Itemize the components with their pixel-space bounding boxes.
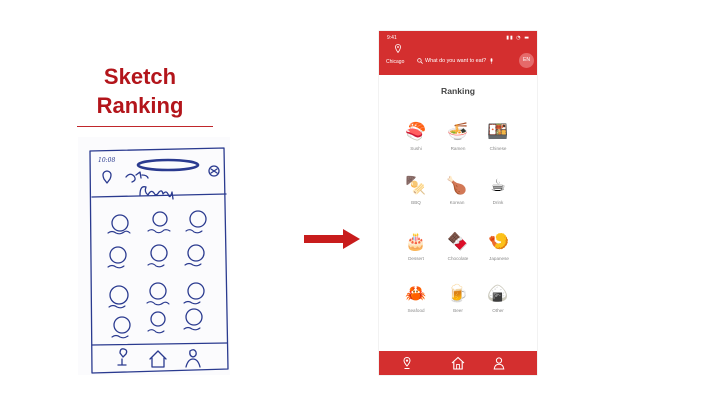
category-label: Chinese [489, 146, 507, 151]
shrimp-tempura-icon: 🍤 [488, 232, 510, 252]
ramen-icon: 🍜 [447, 122, 469, 142]
category-beer[interactable]: 🍺 Beer [438, 283, 478, 313]
user-icon [493, 357, 505, 370]
arrow-shaft [304, 235, 347, 243]
category-sushi[interactable]: 🍣 Sushi [396, 121, 436, 151]
beer-icon: 🍺 [447, 284, 469, 304]
category-label: Japanese [489, 256, 509, 261]
skewer-icon: 🍢 [405, 176, 427, 196]
sketch-search-bar [136, 158, 200, 172]
location-tab[interactable] [399, 355, 415, 371]
rice-ball-icon: 🍙 [487, 284, 509, 304]
sketch-photo: 10:08 [78, 137, 230, 375]
category-bbq[interactable]: 🍢 BBQ [396, 175, 436, 205]
sketch-tabbar-line [91, 342, 228, 346]
category-label: Chocolate [447, 256, 469, 261]
sketch-pin-tab-icon [117, 348, 128, 366]
category-dessert[interactable]: 🎂 Dessert [396, 231, 436, 261]
chocolate-icon: 🍫 [447, 232, 469, 252]
bento-icon: 🍱 [487, 122, 509, 142]
sketch-wireframe-drawing: 10:08 [89, 147, 229, 374]
category-label: Dessert [408, 256, 424, 261]
category-label: BBQ [411, 200, 421, 205]
category-chocolate[interactable]: 🍫 Chocolate [438, 231, 478, 261]
category-label: Beer [453, 308, 463, 313]
transition-arrow [304, 229, 360, 249]
category-label: Seafood [407, 308, 425, 313]
sketch-title-line2: Ranking [96, 93, 184, 118]
drumstick-icon: 🍗 [446, 176, 468, 196]
home-tab[interactable] [450, 355, 466, 371]
sketch-title: Sketch Ranking [80, 62, 200, 120]
sketch-pin-icon [102, 170, 112, 184]
category-grid: 🍣 Sushi 🍜 Ramen 🍱 Chinese 🍢 BBQ 🍗 Korean… [379, 31, 537, 375]
profile-tab[interactable] [491, 355, 507, 371]
bottom-tab-bar [379, 351, 537, 375]
category-label: Sushi [410, 146, 422, 151]
category-drink[interactable]: ☕ Drink [478, 175, 518, 205]
home-icon [451, 356, 465, 370]
sushi-icon: 🍣 [405, 122, 427, 142]
location-pin-tab-icon [403, 356, 411, 369]
category-label: Drink [492, 200, 504, 205]
sketch-time: 10:08 [98, 157, 115, 164]
category-seafood[interactable]: 🦀 Seafood [396, 283, 436, 313]
coffee-icon: ☕ [490, 176, 506, 196]
category-other[interactable]: 🍙 Other [478, 283, 518, 313]
category-label: Ramen [450, 146, 466, 151]
category-label: Korean [449, 200, 465, 205]
category-japanese[interactable]: 🍤 Japanese [479, 231, 519, 261]
crab-icon: 🦀 [405, 284, 427, 304]
category-label: Other [492, 308, 504, 313]
cake-icon: 🎂 [405, 232, 427, 252]
category-chinese[interactable]: 🍱 Chinese [478, 121, 518, 151]
sketch-header-line [91, 193, 227, 198]
sketch-title-underline [77, 126, 213, 127]
sketch-home-tab-icon [149, 350, 167, 368]
sketch-title-line1: Sketch [103, 64, 177, 89]
sketch-profile-tab-icon [185, 349, 201, 368]
category-korean[interactable]: 🍗 Korean [437, 175, 477, 205]
category-ramen[interactable]: 🍜 Ramen [438, 121, 478, 151]
sketch-category-circles [109, 210, 207, 334]
arrow-head [343, 229, 360, 249]
phone-mockup: 9:41 ▮▮ ◔ ▬ Chicago What do you want to … [379, 31, 537, 375]
